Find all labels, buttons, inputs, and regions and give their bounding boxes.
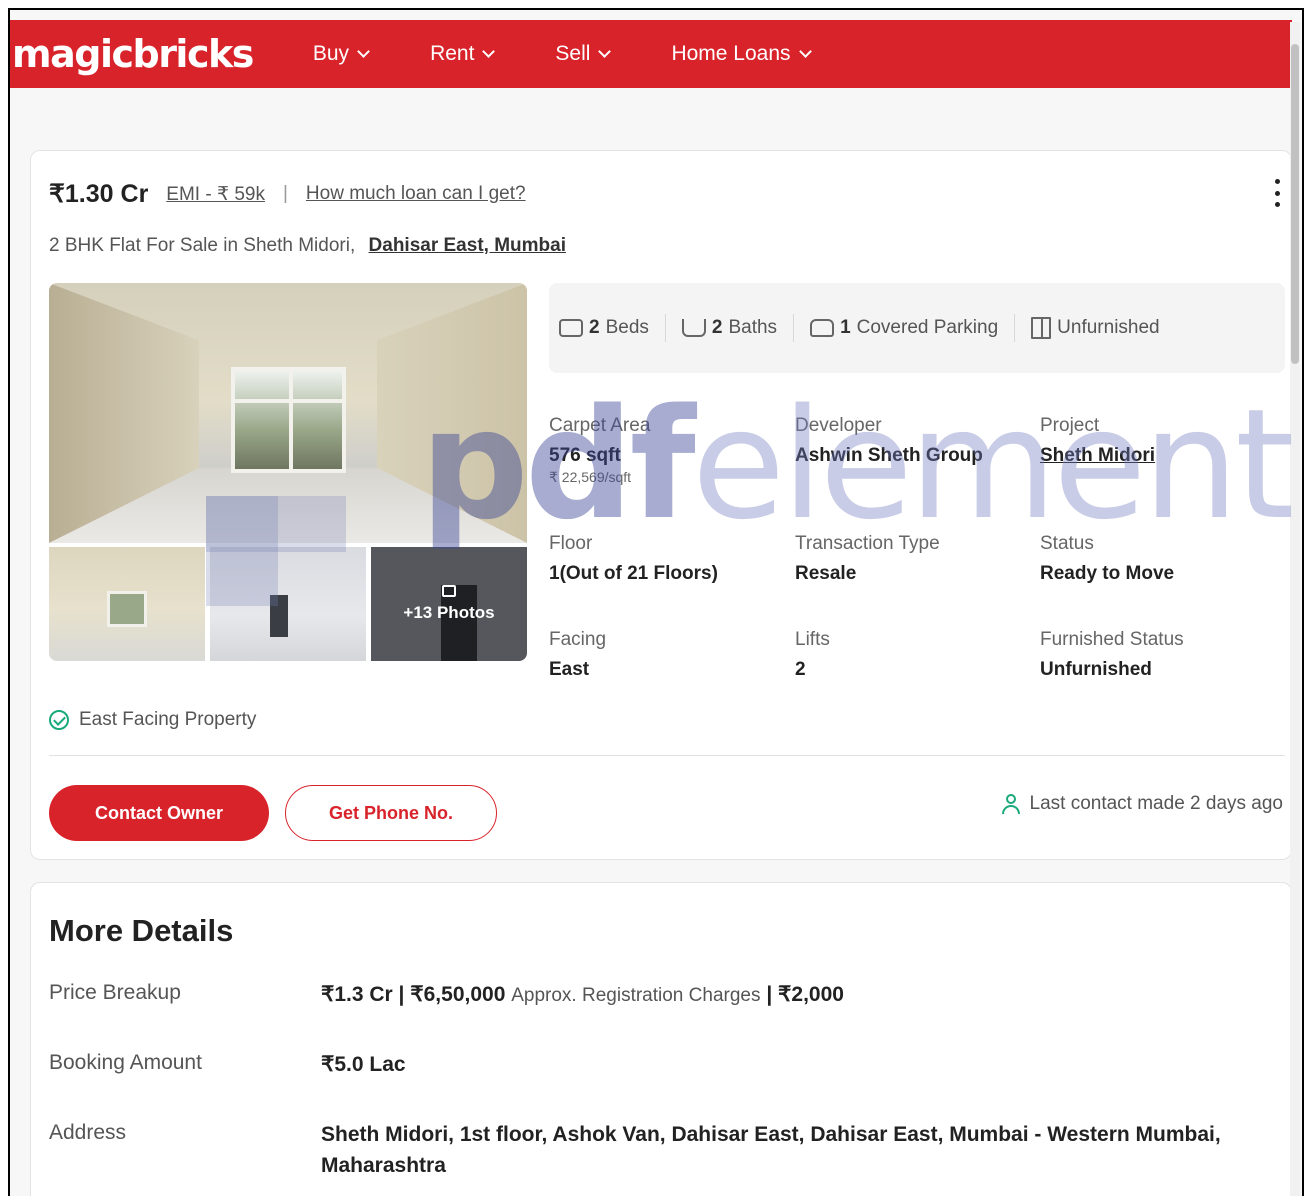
emi-link[interactable]: EMI - ₹ 59k bbox=[166, 183, 265, 206]
nav-home-loans[interactable]: Home Loans bbox=[671, 42, 812, 66]
beds-label: Beds bbox=[605, 317, 649, 338]
baths-label: Baths bbox=[728, 317, 778, 338]
nav-rent-label: Rent bbox=[430, 42, 475, 65]
baths-count: 2 bbox=[711, 317, 723, 338]
lifts-label: Lifts bbox=[795, 629, 830, 650]
chevron-down-icon bbox=[598, 44, 612, 58]
registration-charges-value: | ₹2,000 bbox=[766, 983, 844, 1006]
nav-buy[interactable]: Buy bbox=[312, 42, 370, 66]
magicbricks-logo[interactable]: magicbricks bbox=[12, 32, 254, 76]
status-label: Status bbox=[1040, 533, 1094, 554]
more-details-card: More Details Price Breakup ₹1.3 Cr | ₹6,… bbox=[30, 882, 1292, 1196]
property-price: ₹1.30 Cr bbox=[49, 180, 149, 208]
chevron-down-icon bbox=[357, 44, 370, 58]
booking-amount-value: ₹5.0 Lac bbox=[321, 1053, 406, 1076]
photo-thumbnail[interactable] bbox=[210, 547, 366, 661]
property-title: 2 BHK Flat For Sale in Sheth Midori, Dah… bbox=[49, 235, 566, 257]
developer-summary: Developer Ashwin Sheth Group bbox=[795, 415, 983, 467]
furnished-status-summary: Furnished Status Unfurnished bbox=[1040, 629, 1184, 681]
transaction-value: Resale bbox=[795, 563, 857, 584]
floor-label: Floor bbox=[549, 533, 593, 554]
person-icon bbox=[1001, 794, 1020, 814]
facing-label: Facing bbox=[549, 629, 607, 650]
nav-sell[interactable]: Sell bbox=[555, 42, 612, 66]
highlight-text: East Facing Property bbox=[79, 709, 257, 730]
facing-value: East bbox=[549, 659, 590, 680]
location-link[interactable]: Dahisar East, Mumbai bbox=[369, 235, 566, 256]
amenities-bar: 2 Beds 2 Baths 1 Covered Parking Unfurni… bbox=[549, 283, 1285, 373]
cabinet-icon bbox=[1031, 317, 1052, 339]
floor-value: 1(Out of 21 Floors) bbox=[549, 563, 718, 584]
nav-buy-label: Buy bbox=[312, 42, 350, 65]
facing-summary: Facing East bbox=[549, 629, 606, 681]
carpet-area-rate: ₹ 22,569/sqft bbox=[549, 469, 632, 485]
project-label: Project bbox=[1040, 415, 1100, 436]
furnished-status-label: Furnished Status bbox=[1040, 629, 1184, 650]
address-label: Address bbox=[49, 1121, 127, 1144]
bathtub-icon bbox=[681, 319, 706, 337]
status-summary: Status Ready to Move bbox=[1040, 533, 1174, 585]
bed-icon bbox=[559, 319, 583, 337]
price-breakup-value: ₹1.3 Cr | ₹6,50,000 Approx. Registration… bbox=[321, 979, 1271, 1011]
beds-info: 2 Beds bbox=[559, 314, 666, 342]
car-icon bbox=[810, 319, 835, 337]
transaction-label: Transaction Type bbox=[795, 533, 940, 554]
floor-summary: Floor 1(Out of 21 Floors) bbox=[549, 533, 718, 585]
baths-info: 2 Baths bbox=[681, 314, 795, 342]
highlight-tag: East Facing Property bbox=[49, 709, 256, 731]
furnishing-label: Unfurnished bbox=[1057, 317, 1160, 338]
furnishing-info: Unfurnished bbox=[1031, 314, 1175, 342]
photo-thumbnail[interactable] bbox=[49, 547, 205, 661]
property-listing-card: ₹1.30 Cr EMI - ₹ 59k | How much loan can… bbox=[30, 150, 1292, 860]
property-title-text: 2 BHK Flat For Sale in Sheth Midori, bbox=[49, 235, 356, 256]
browser-frame: magicbricks Buy Rent Sell Home Loans ₹1.… bbox=[8, 8, 1304, 1196]
price-breakup-label: Price Breakup bbox=[49, 981, 181, 1004]
more-photos-thumbnail[interactable]: +13 Photos bbox=[371, 547, 527, 661]
nav-home-loans-label: Home Loans bbox=[671, 42, 791, 65]
check-circle-icon bbox=[49, 710, 69, 730]
carpet-area-summary: Carpet Area 576 sqft ₹ 22,569/sqft bbox=[549, 415, 650, 486]
parking-info: 1 Covered Parking bbox=[810, 314, 1016, 342]
price-breakup-main: ₹1.3 Cr | ₹6,50,000 bbox=[321, 983, 506, 1006]
price-separator: | bbox=[282, 183, 288, 204]
image-icon bbox=[441, 585, 456, 597]
scrollbar-thumb[interactable] bbox=[1291, 44, 1299, 364]
project-summary: Project Sheth Midori bbox=[1040, 415, 1155, 467]
developer-value: Ashwin Sheth Group bbox=[795, 445, 983, 466]
more-options-icon[interactable] bbox=[1273, 179, 1281, 207]
vertical-scrollbar[interactable] bbox=[1290, 22, 1300, 1196]
transaction-summary: Transaction Type Resale bbox=[795, 533, 940, 585]
nav-sell-label: Sell bbox=[555, 42, 591, 65]
parking-label: Covered Parking bbox=[856, 317, 999, 338]
last-contact-text: Last contact made 2 days ago bbox=[1029, 793, 1284, 814]
registration-charges-label: Approx. Registration Charges bbox=[511, 985, 761, 1006]
top-navbar: magicbricks Buy Rent Sell Home Loans bbox=[10, 20, 1292, 88]
furnished-status-value: Unfurnished bbox=[1040, 659, 1152, 680]
address-value: Sheth Midori, 1st floor, Ashok Van, Dahi… bbox=[321, 1123, 1221, 1177]
divider bbox=[49, 755, 1285, 756]
main-property-photo[interactable] bbox=[49, 283, 527, 543]
status-value: Ready to Move bbox=[1040, 563, 1175, 584]
carpet-area-value[interactable]: 576 sqft bbox=[549, 445, 650, 467]
carpet-area-label: Carpet Area bbox=[549, 415, 651, 436]
last-contact-info: Last contact made 2 days ago bbox=[1001, 793, 1284, 815]
get-phone-button[interactable]: Get Phone No. bbox=[285, 785, 497, 841]
booking-amount-label: Booking Amount bbox=[49, 1051, 202, 1074]
contact-owner-button[interactable]: Contact Owner bbox=[49, 785, 269, 841]
price-row: ₹1.30 Cr EMI - ₹ 59k | How much loan can… bbox=[49, 179, 526, 209]
loan-eligibility-link[interactable]: How much loan can I get? bbox=[306, 183, 526, 205]
beds-count: 2 bbox=[589, 317, 600, 338]
chevron-down-icon bbox=[482, 44, 496, 58]
developer-label: Developer bbox=[795, 415, 882, 436]
more-details-title: More Details bbox=[49, 913, 234, 948]
lifts-value: 2 bbox=[795, 659, 806, 680]
chevron-down-icon bbox=[798, 44, 812, 58]
parking-count: 1 bbox=[840, 317, 851, 338]
project-link[interactable]: Sheth Midori bbox=[1040, 445, 1155, 467]
lifts-summary: Lifts 2 bbox=[795, 629, 830, 681]
more-photos-label: +13 Photos bbox=[403, 603, 495, 622]
nav-rent[interactable]: Rent bbox=[430, 42, 496, 66]
